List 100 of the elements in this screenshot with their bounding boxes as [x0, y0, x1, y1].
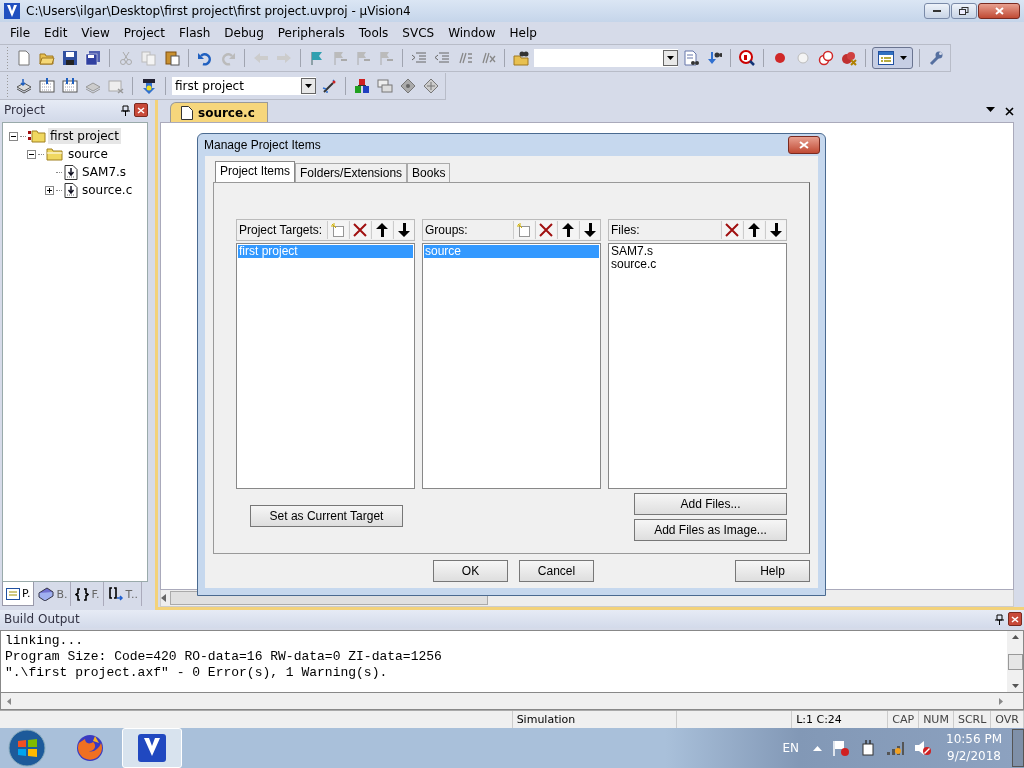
dialog-tab[interactable]: Project Items [215, 161, 296, 182]
menu-item[interactable]: Help [502, 26, 544, 40]
find-combo[interactable] [534, 49, 678, 67]
diamond-stack-icon[interactable] [423, 77, 439, 94]
braces-arrow-icon [107, 587, 124, 601]
dialog-button[interactable]: Cancel [519, 560, 594, 582]
horizontal-scrollbar[interactable] [0, 693, 1024, 710]
chevron-up-icon[interactable] [813, 745, 822, 751]
panel-tab[interactable]: T.. [104, 582, 142, 606]
new-item-icon[interactable] [331, 223, 345, 237]
panel-tab[interactable]: B. [35, 582, 72, 606]
scroll-up-icon [1011, 635, 1019, 639]
dialog-tab[interactable]: Books [407, 163, 451, 182]
comment-icon[interactable] [457, 50, 473, 66]
up-arrow-icon[interactable] [562, 223, 574, 237]
dialog-tab[interactable]: Folders/Extensions [295, 163, 408, 182]
output-line: linking... [5, 633, 84, 649]
pin-icon[interactable] [121, 104, 130, 116]
uncomment-icon[interactable] [480, 50, 496, 66]
document-binoculars-icon[interactable] [683, 50, 699, 66]
menu-item[interactable]: View [74, 26, 117, 40]
delete-icon[interactable] [353, 223, 367, 237]
tree-item[interactable]: SAM7.s [80, 164, 129, 180]
windows-stack-icon[interactable] [377, 77, 393, 94]
close-button[interactable] [788, 136, 820, 154]
output-line: ".\first project.axf" - 0 Error(s), 1 Warning(s). [5, 665, 389, 681]
window-layout-button[interactable] [872, 47, 913, 69]
minimize-button[interactable] [924, 3, 950, 19]
app-logo-icon[interactable] [138, 734, 166, 762]
menu-item[interactable]: SVCS [395, 26, 442, 40]
close-icon[interactable] [1005, 106, 1014, 116]
dropdown-arrow-icon[interactable] [986, 106, 995, 112]
stack-arrow-icon[interactable] [16, 77, 32, 94]
start-button-icon[interactable] [8, 729, 46, 767]
new-item-icon[interactable] [517, 223, 531, 237]
add-files-button[interactable]: Add Files as Image... [634, 519, 787, 541]
menu-item[interactable]: Flash [171, 26, 218, 40]
binoculars-arrow-icon[interactable] [706, 50, 722, 66]
menu-item[interactable]: Debug [217, 26, 271, 40]
paste-icon[interactable] [164, 50, 180, 66]
tree-item[interactable]: source.c [80, 182, 135, 198]
scroll-left-icon [7, 697, 11, 705]
vertical-scrollbar[interactable] [1007, 631, 1023, 692]
scroll-down-icon [1011, 684, 1019, 688]
delete-icon[interactable] [539, 223, 553, 237]
panel-tab[interactable]: P. [2, 582, 35, 606]
fox-globe-icon[interactable] [75, 733, 105, 763]
close-button[interactable] [134, 103, 148, 117]
down-arrow-icon[interactable] [770, 223, 782, 237]
flag-error-icon[interactable] [832, 740, 850, 756]
down-arrow-icon[interactable] [398, 223, 410, 237]
collapse-icon[interactable] [27, 149, 36, 159]
menu-item[interactable]: Peripherals [270, 26, 352, 40]
double-circle-icon[interactable] [818, 50, 834, 66]
colored-blocks-icon[interactable] [354, 77, 370, 94]
dialog-button[interactable]: Help [735, 560, 810, 582]
magic-wand-icon[interactable] [321, 77, 337, 94]
menu-item[interactable]: Tools [351, 26, 396, 40]
menu-item[interactable]: File [3, 26, 38, 40]
undo-icon[interactable] [197, 50, 213, 66]
diamond-icon[interactable] [400, 77, 416, 94]
debug-magnifier-icon[interactable] [739, 50, 755, 66]
set-target-button[interactable]: Set as Current Target [250, 505, 403, 527]
power-plug-icon[interactable] [860, 740, 876, 756]
download-arrow-icon[interactable] [141, 77, 157, 94]
signal-bars-icon[interactable] [886, 741, 904, 755]
dialog-button[interactable]: OK [433, 560, 508, 582]
collapse-icon[interactable] [9, 131, 18, 141]
editor-tab[interactable]: source.c [170, 102, 268, 122]
pin-icon[interactable] [995, 613, 1004, 625]
tree-item[interactable]: first project [48, 128, 121, 144]
breakpoints-cross-icon[interactable] [841, 50, 857, 66]
list-item[interactable]: source.c [610, 258, 785, 271]
up-arrow-icon[interactable] [376, 223, 388, 237]
menu-item[interactable]: Edit [37, 26, 75, 40]
save-all-icon[interactable] [85, 50, 101, 66]
add-files-button[interactable]: Add Files... [634, 493, 787, 515]
breakpoint-icon[interactable] [772, 50, 788, 66]
taskbar-button[interactable] [122, 728, 182, 768]
panel-tab[interactable]: F. [72, 582, 104, 606]
document-icon [181, 105, 193, 120]
expand-icon[interactable] [45, 185, 54, 195]
books-icon [38, 587, 55, 601]
down-arrow-icon[interactable] [584, 223, 596, 237]
menu-item[interactable]: Window [441, 26, 503, 40]
list-window-icon [878, 51, 894, 65]
wrench-icon[interactable] [928, 50, 944, 66]
menu-item[interactable]: Project [116, 26, 172, 40]
tree-item[interactable]: source [66, 146, 110, 162]
save-icon[interactable] [62, 50, 78, 66]
close-button[interactable] [1008, 612, 1022, 626]
delete-icon[interactable] [725, 223, 739, 237]
maximize-button[interactable] [951, 3, 977, 19]
up-arrow-icon[interactable] [748, 223, 760, 237]
list-item[interactable]: SAM7.s [610, 245, 785, 258]
close-button[interactable] [978, 3, 1020, 19]
new-file-icon[interactable] [16, 50, 32, 66]
binoculars-folder-icon[interactable] [513, 50, 529, 66]
target-combo[interactable]: first project [172, 76, 316, 95]
speaker-muted-icon[interactable] [914, 740, 932, 756]
